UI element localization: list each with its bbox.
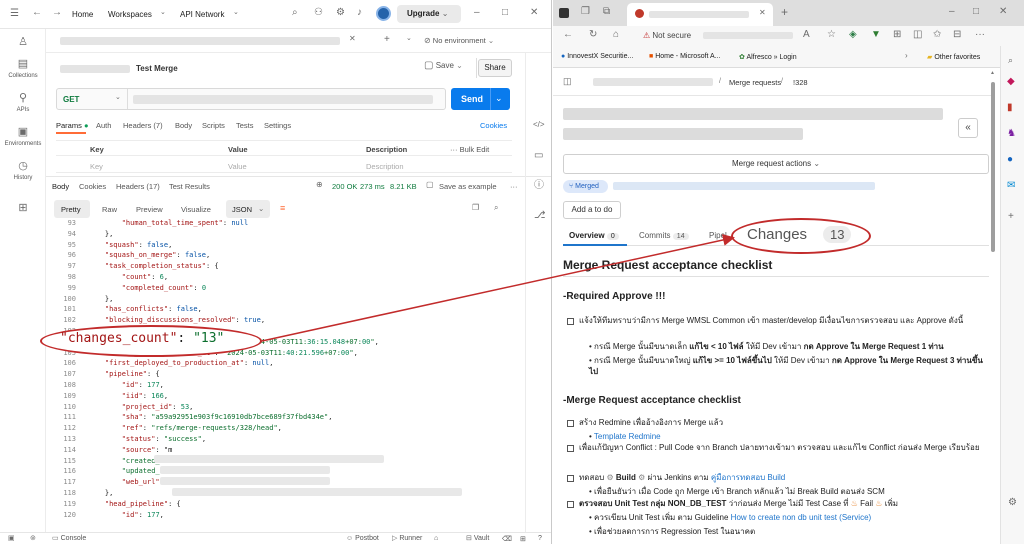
annotation-arrow <box>261 234 735 342</box>
